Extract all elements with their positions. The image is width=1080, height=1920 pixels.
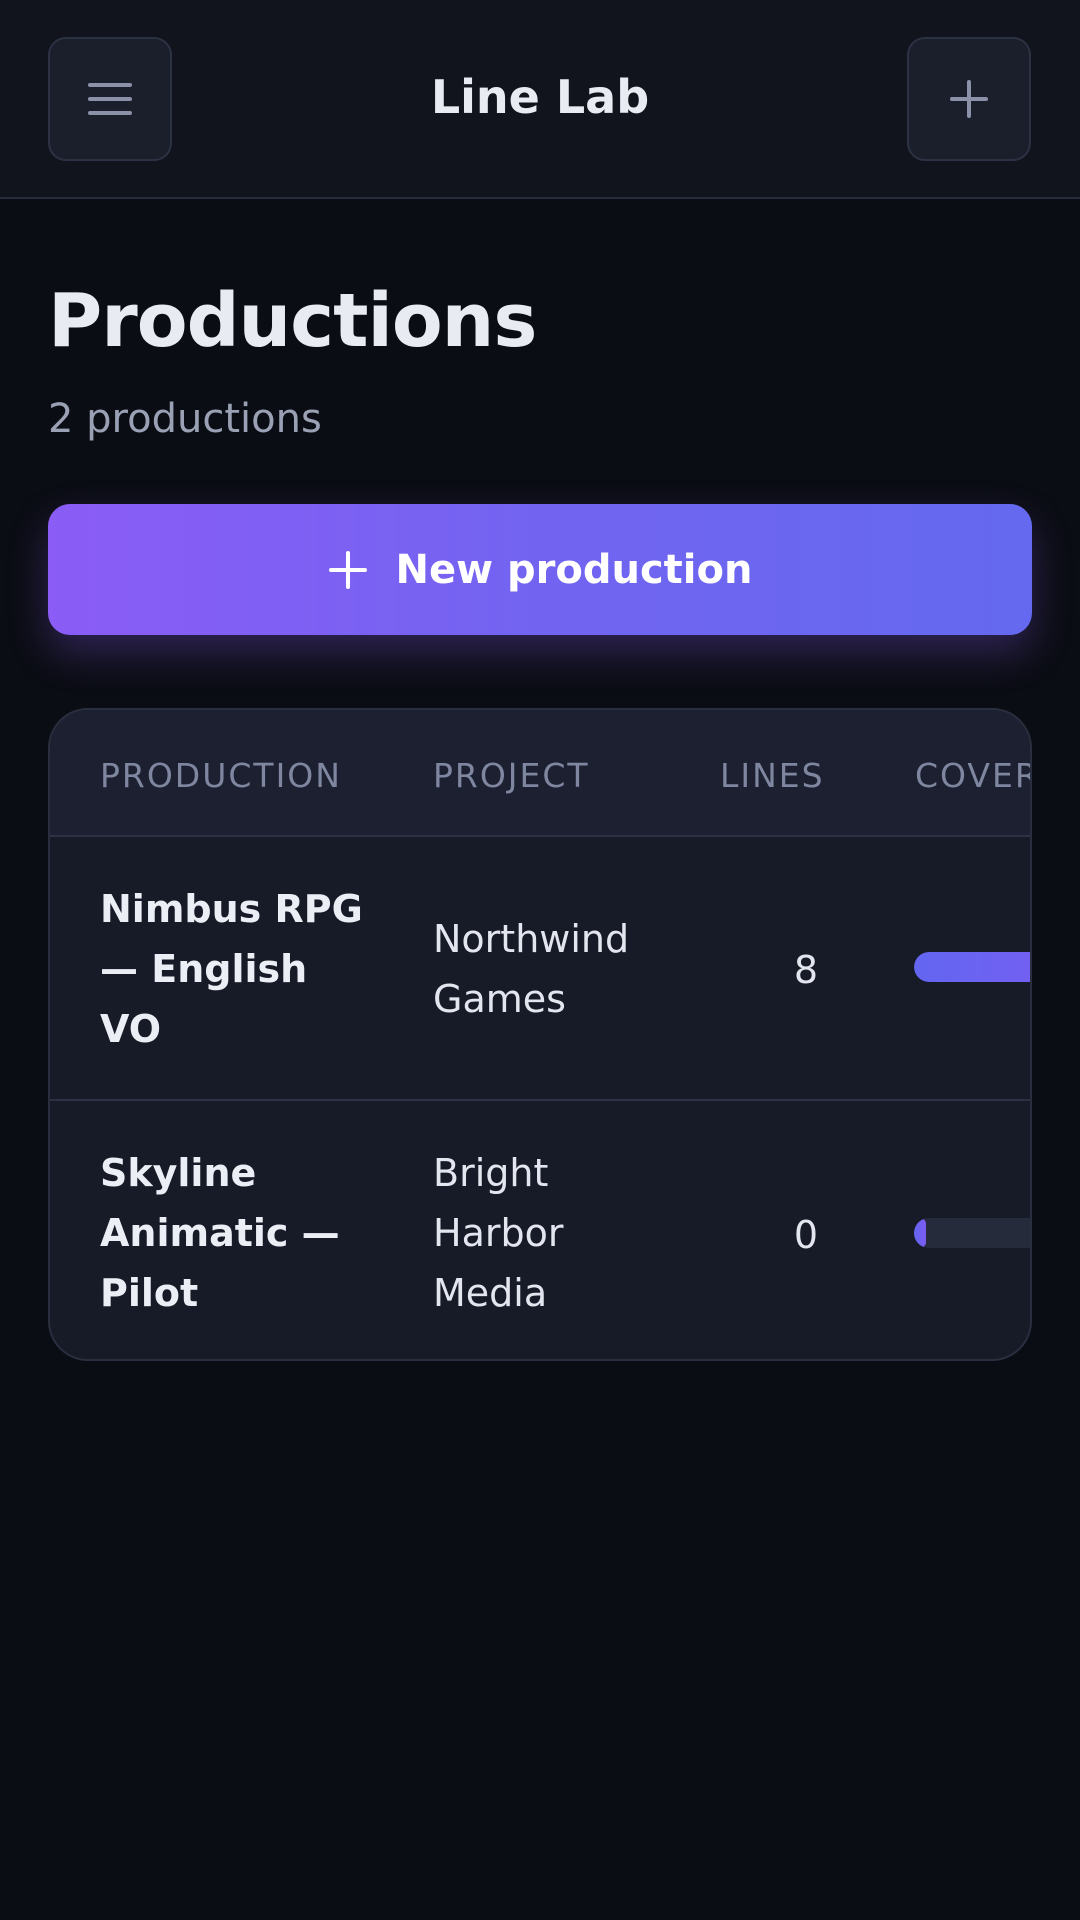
column-header-production[interactable]: PRODUCTION [100, 756, 342, 795]
table-row[interactable]: Skyline Animatic — Pilot Bright Harbor M… [50, 1103, 1030, 1359]
page-subtitle: 2 productions [48, 396, 322, 442]
lines-count: 0 [793, 1213, 818, 1257]
coverage-bar [914, 1218, 1030, 1248]
top-bar: Line Lab [0, 0, 1080, 199]
column-header-lines[interactable]: LINES [720, 756, 825, 795]
plus-icon [950, 80, 988, 118]
new-production-button[interactable]: New production [48, 504, 1032, 635]
production-name[interactable]: Skyline Animatic — Pilot [100, 1143, 370, 1323]
project-name: Northwind Games [433, 917, 630, 1021]
project-name: Bright Harbor Media [433, 1151, 564, 1315]
production-name[interactable]: Nimbus RPG — English VO [100, 879, 370, 1059]
productions-table: PRODUCTION PROJECT LINES COVER Nimbus RP… [48, 708, 1032, 1361]
new-production-label: New production [395, 546, 753, 593]
table-header: PRODUCTION PROJECT LINES COVER [50, 710, 1030, 837]
coverage-bar [914, 952, 1030, 982]
add-button[interactable] [907, 37, 1031, 161]
page-title: Productions [48, 278, 537, 364]
coverage-fill [914, 952, 1030, 982]
coverage-fill [914, 1218, 926, 1248]
table-row[interactable]: Nimbus RPG — English VO Northwind Games … [50, 837, 1030, 1101]
lines-count: 8 [793, 948, 818, 992]
plus-icon [328, 550, 367, 589]
column-header-project[interactable]: PROJECT [433, 756, 590, 795]
column-header-coverage[interactable]: COVER [915, 756, 1030, 795]
